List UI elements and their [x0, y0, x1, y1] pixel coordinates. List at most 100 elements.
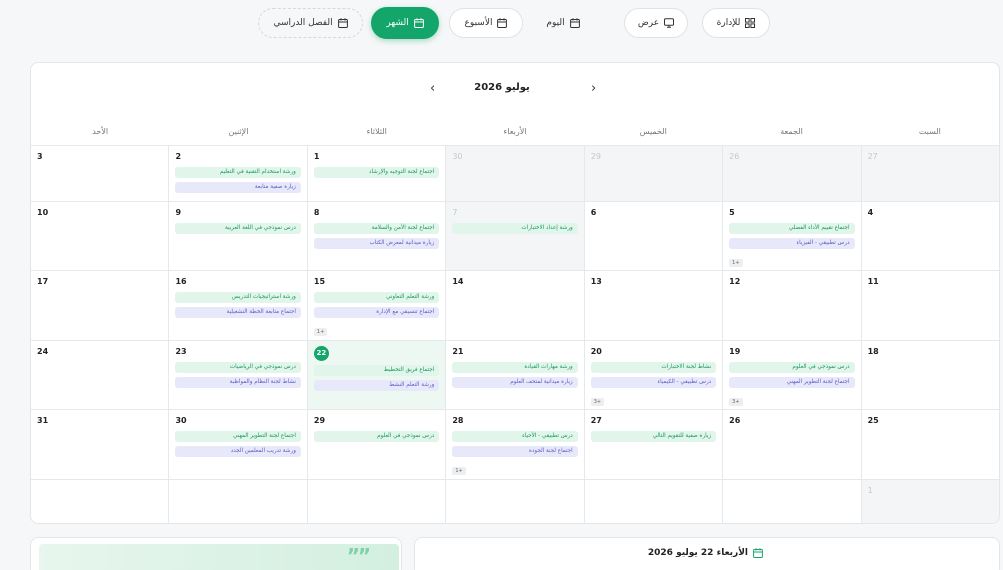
event-chip[interactable]: زيارة ميدانية لمتحف العلوم [452, 377, 578, 388]
day-cell[interactable]: 19 درس نموذجي في العلوم اجتماع لجنة التطوي… [722, 341, 860, 409]
day-cell[interactable]: 29 درس نموذجي في العلوم [306, 410, 445, 479]
day-number: 11 [867, 277, 879, 286]
view-toolbar: للإدارة عرض اليوم الأسبوع الشهر الفصل ال… [0, 7, 1003, 40]
day-cell[interactable]: 3 [31, 146, 168, 201]
day-cell[interactable]: 11 [860, 271, 999, 340]
event-chip[interactable]: اجتماع لجنة التطوير المهني [729, 377, 855, 388]
event-chip[interactable]: ورشة استخدام التقنية في التعليم [175, 167, 301, 178]
more-events-badge[interactable]: 3+ [590, 398, 605, 406]
day-number: 9 [175, 208, 182, 217]
day-number: 21 [452, 347, 464, 356]
day-cell[interactable]: 13 [583, 271, 722, 340]
day-cell[interactable]: 4 [860, 202, 999, 270]
day-cell[interactable]: 14 [445, 271, 583, 340]
event-chip[interactable]: ورشة التعلم النشط [313, 380, 440, 391]
quote-panel: ”” [30, 537, 402, 570]
event-chip[interactable]: اجتماع فريق التخطيط [313, 365, 440, 376]
day-cell[interactable]: 24 [31, 341, 168, 409]
event-chip[interactable]: ورشة تدريب المعلمين الجدد [175, 446, 301, 457]
day-cell[interactable]: 16 ورشة استراتيجيات التدريس اجتماع متابعة … [168, 271, 306, 340]
day-cell[interactable] [168, 480, 306, 523]
weekday-label: الإثنين [228, 127, 249, 136]
month-view-button[interactable]: الشهر [371, 7, 439, 39]
event-chip[interactable]: درس تطبيقي - الأحياء [452, 431, 578, 442]
event-chip[interactable]: زيارة صفية متابعة [175, 182, 301, 193]
day-cell-today[interactable]: 22 اجتماع فريق التخطيط ورشة التعلم النشط [306, 341, 446, 409]
day-cell[interactable]: 21 ورشة مهارات القيادة زيارة ميدانية لمتحف… [445, 341, 583, 409]
day-number: 4 [867, 208, 874, 217]
day-cell[interactable]: 26 [722, 410, 860, 479]
day-cell[interactable]: 26 [722, 146, 861, 201]
day-cell[interactable]: 25 [860, 410, 999, 479]
event-chip[interactable]: اجتماع متابعة الخطة التشغيلية [175, 307, 301, 318]
event-chip[interactable]: درس تطبيقي - الفيزياء [729, 238, 855, 249]
week-view-button[interactable]: الأسبوع [449, 8, 523, 38]
weekday-header-row: السبت الجمعة الخميس الأربعاء الثلاثاء الإثنين… [31, 118, 999, 146]
day-cell[interactable]: 1 اجتماع لجنة التوجيه والإرشاد [306, 146, 445, 201]
day-cell[interactable]: 6 [583, 202, 722, 270]
day-cell[interactable]: 7 ورشة إعداد الاختبارات [445, 202, 584, 270]
event-chip[interactable]: اجتماع لجنة التطوير المهني [175, 431, 301, 442]
day-cell[interactable]: 30 [445, 146, 584, 201]
day-cell[interactable]: 5 اجتماع تقييم الأداء الفصلي درس تطبيقي - … [722, 202, 860, 270]
day-cell[interactable]: 18 [860, 341, 999, 409]
more-events-badge[interactable]: 1+ [729, 259, 743, 267]
day-cell[interactable] [31, 480, 168, 523]
event-chip[interactable]: درس تطبيقي - الكيمياء [590, 377, 717, 388]
event-chip[interactable]: زيارة ميدانية لمعرض الكتاب [313, 238, 440, 249]
event-chip[interactable]: زيارة صفية للتقويم التالي [590, 431, 717, 442]
day-view-button[interactable]: اليوم [533, 8, 593, 38]
day-cell[interactable]: 20 نشاط لجنة الاختبارات درس تطبيقي - الكيم… [583, 341, 722, 409]
day-cell[interactable] [722, 480, 860, 523]
day-cell[interactable]: 27 زيارة صفية للتقويم التالي [583, 410, 722, 479]
day-cell[interactable]: 2 ورشة استخدام التقنية في التعليم زيارة صف… [168, 146, 306, 201]
semester-view-button[interactable]: الفصل الدراسي [258, 8, 363, 38]
event-chip[interactable]: اجتماع تنسيقي مع الإدارة [313, 307, 440, 318]
event-chip[interactable]: اجتماع لجنة الأمن والسلامة [313, 223, 440, 234]
more-events-badge[interactable]: 3+ [729, 398, 743, 406]
day-cell[interactable]: 1 [860, 480, 999, 523]
day-cell[interactable] [445, 480, 583, 523]
day-cell[interactable]: 27 [860, 146, 999, 201]
event-chip[interactable]: درس نموذجي في اللغة العربية [175, 223, 301, 234]
day-cell[interactable]: 8 اجتماع لجنة الأمن والسلامة زيارة ميدانية… [306, 202, 445, 270]
day-cell[interactable]: 23 درس نموذجي في الرياضيات نشاط لجنة النظا… [168, 341, 306, 409]
day-number: 1 [313, 152, 320, 161]
event-chip[interactable]: نشاط لجنة النظام والمواظبة [175, 377, 301, 388]
event-chip[interactable]: ورشة مهارات القيادة [452, 362, 578, 373]
event-chip[interactable]: درس نموذجي في العلوم [313, 431, 440, 442]
event-chip[interactable]: ورشة استراتيجيات التدريس [175, 292, 301, 303]
day-cell[interactable] [583, 480, 722, 523]
admin-button[interactable]: للإدارة [702, 8, 770, 38]
day-cell[interactable]: 17 [31, 271, 168, 340]
day-cell[interactable]: 28 درس تطبيقي - الأحياء اجتماع لجنة الجودة… [445, 410, 583, 479]
day-number: 27 [867, 152, 878, 161]
day-cell[interactable] [306, 480, 445, 523]
event-chip[interactable]: ورشة إعداد الاختبارات [452, 223, 578, 234]
event-chip[interactable]: اجتماع تقييم الأداء الفصلي [729, 223, 855, 234]
day-number [452, 485, 577, 497]
event-chip[interactable]: درس نموذجي في العلوم [729, 362, 855, 373]
quote-icon: ”” [346, 544, 371, 568]
weekday-label: الجمعة [780, 127, 803, 136]
day-cell[interactable]: 15 ورشة التعلم التعاوني اجتماع تنسيقي مع ا… [306, 271, 445, 340]
event-chip[interactable]: درس نموذجي في الرياضيات [175, 362, 301, 373]
next-month-arrow-icon[interactable]: › [591, 82, 596, 96]
more-events-badge[interactable]: 1+ [452, 467, 466, 475]
day-cell[interactable]: 31 [31, 410, 168, 479]
event-chip[interactable]: اجتماع لجنة التوجيه والإرشاد [313, 167, 440, 178]
day-cell[interactable]: 9 درس نموذجي في اللغة العربية [168, 202, 306, 270]
day-number: 10 [37, 208, 49, 217]
grid-icon [745, 18, 756, 28]
calendar-icon [497, 18, 508, 28]
event-chip[interactable]: ورشة التعلم التعاوني [313, 292, 440, 303]
display-button[interactable]: عرض [624, 8, 688, 38]
day-cell[interactable]: 29 [583, 146, 723, 201]
more-events-badge[interactable]: 1+ [313, 328, 328, 336]
day-cell[interactable]: 12 [722, 271, 860, 340]
day-cell[interactable]: 10 [31, 202, 168, 270]
weekday-label: الثلاثاء [366, 127, 387, 136]
event-chip[interactable]: اجتماع لجنة الجودة [452, 446, 578, 457]
day-cell[interactable]: 30 اجتماع لجنة التطوير المهني ورشة تدريب ا… [168, 410, 306, 479]
event-chip[interactable]: نشاط لجنة الاختبارات [590, 362, 717, 373]
